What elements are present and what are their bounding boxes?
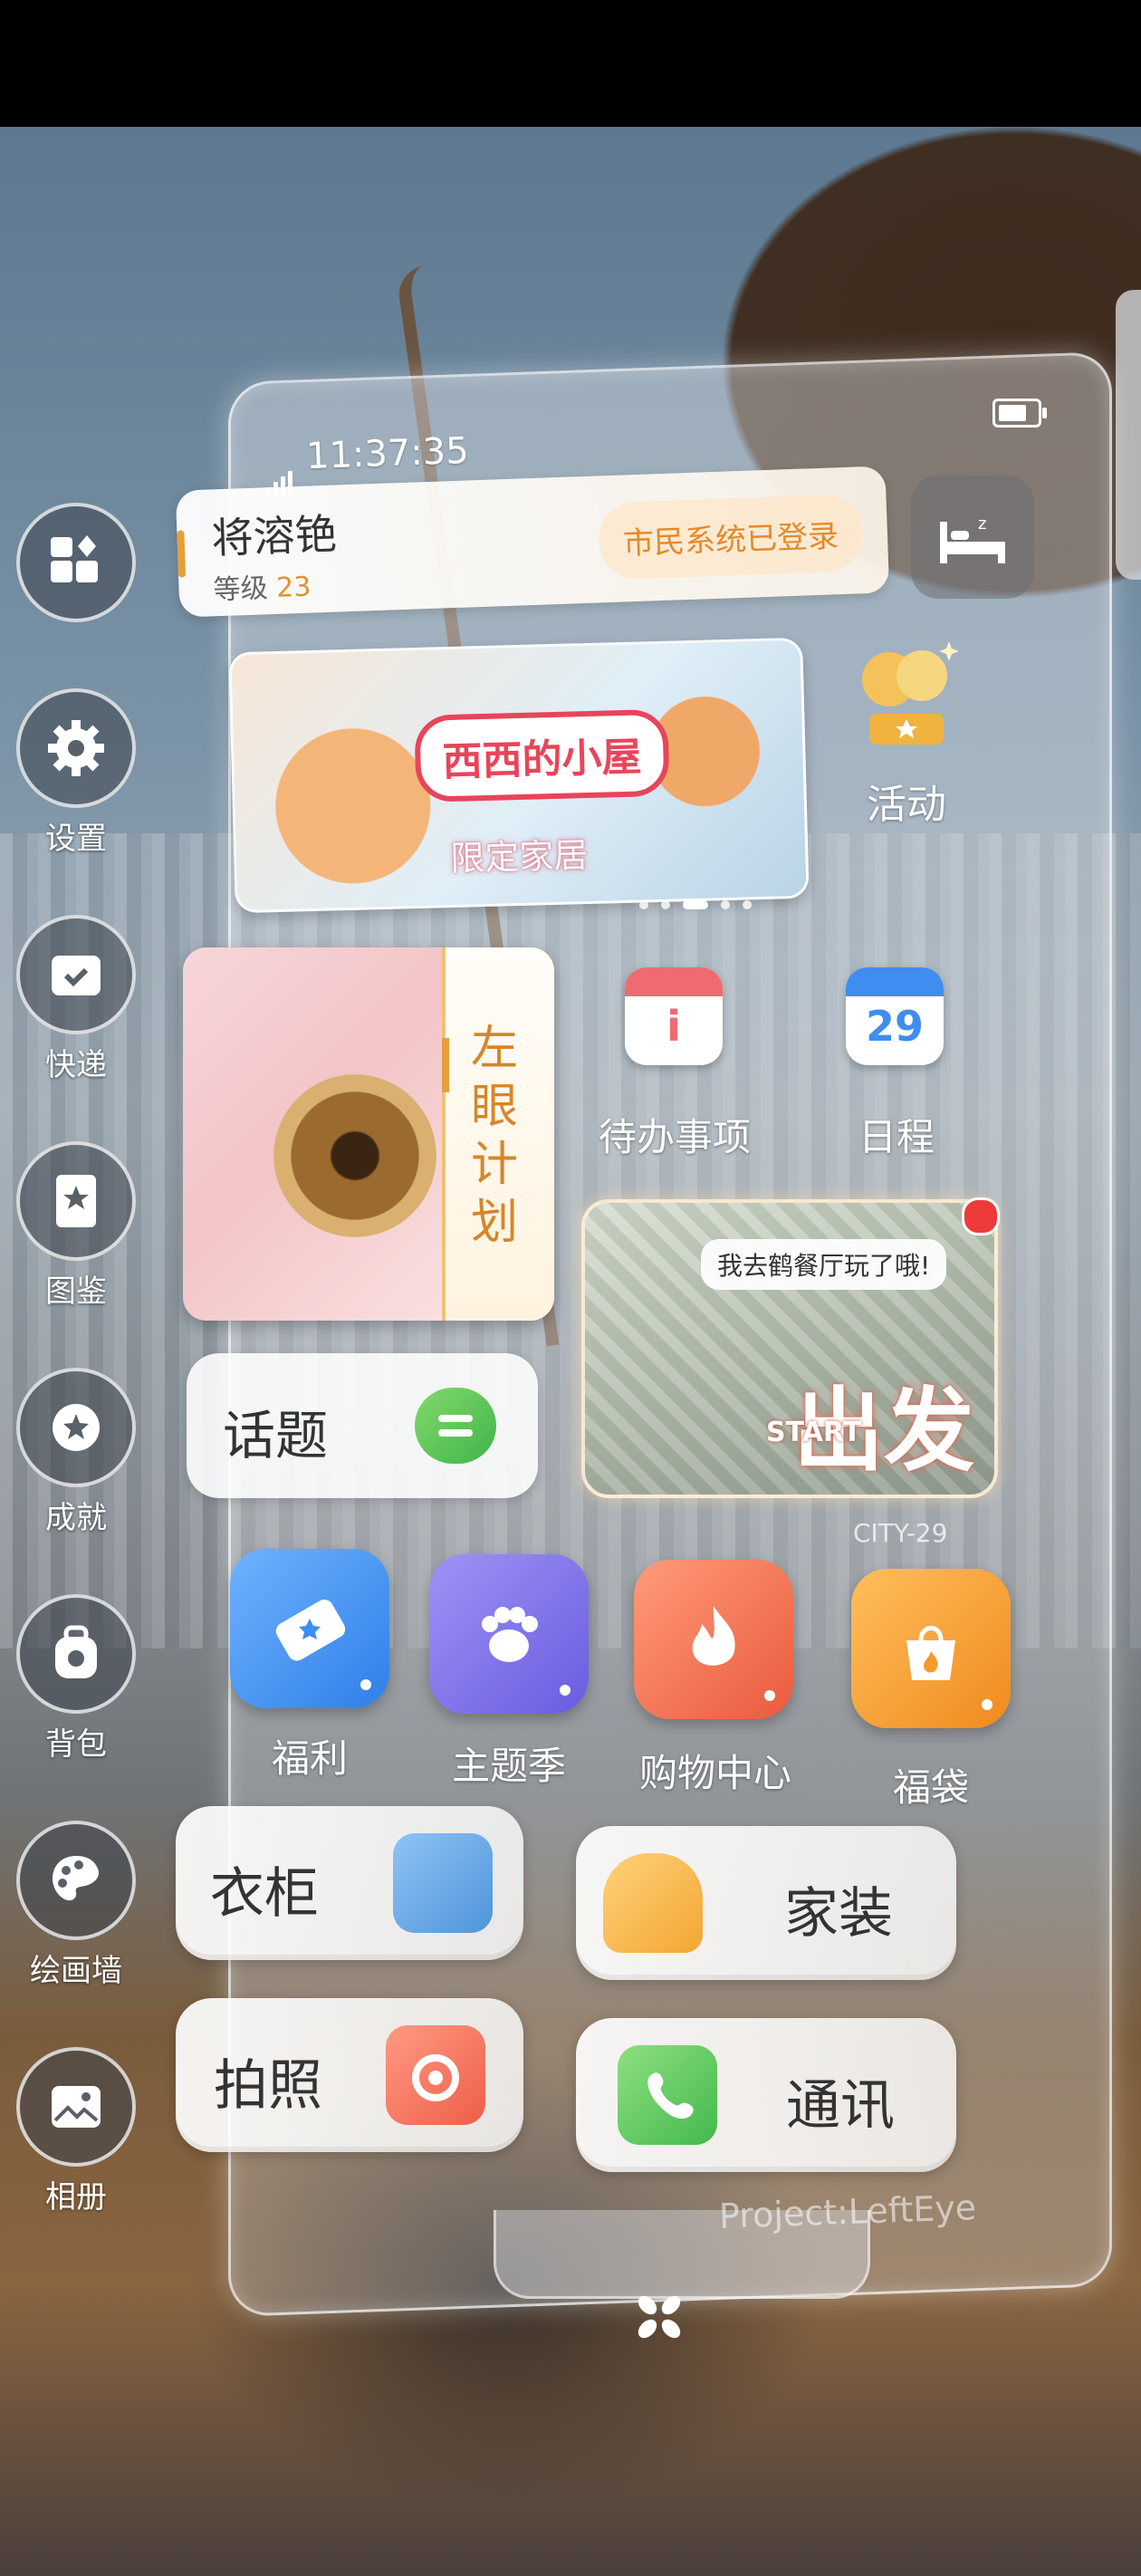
city-departure-card[interactable]: 我去鹤餐厅玩了哦! 出发 START <box>581 1199 998 1498</box>
grid-icon <box>16 503 136 622</box>
wardrobe-button[interactable]: 衣柜 <box>176 1806 523 1960</box>
city-label: CITY-29 <box>853 1518 948 1548</box>
sidebar-item-settings[interactable]: 设置 <box>9 688 143 858</box>
welfare-label[interactable]: 福利 <box>230 1728 389 1783</box>
sidebar-item-home[interactable] <box>9 503 143 622</box>
sidebar-item-drawing-wall[interactable]: 绘画墙 <box>9 1821 143 1990</box>
topic-button[interactable]: 话题 <box>187 1353 538 1498</box>
promo-banner[interactable]: 西西的小屋 限定家居 <box>228 637 810 914</box>
start-label: START <box>766 1417 862 1448</box>
medal-icon <box>16 1368 136 1487</box>
sidebar-label: 快递 <box>45 1047 107 1083</box>
notification-dot <box>962 1197 1000 1235</box>
calendar-icon[interactable]: 29 <box>846 967 944 1065</box>
sofa-icon <box>603 1853 703 1953</box>
sidebar-label: 相册 <box>45 2179 107 2216</box>
activity-button[interactable]: 活动 <box>839 634 974 830</box>
book-icon <box>16 1141 136 1261</box>
wardrobe-label: 衣柜 <box>210 1862 319 1926</box>
plan-title: 左眼计划 <box>471 1022 519 1250</box>
ticket-icon <box>275 1599 346 1661</box>
flame-icon <box>692 1606 735 1666</box>
close-button[interactable] <box>625 2283 694 2351</box>
eye-artwork <box>273 1074 436 1237</box>
sidebar-item-backpack[interactable]: 背包 <box>9 1594 143 1764</box>
photo-label: 拍照 <box>214 2054 322 2118</box>
todo-icon[interactable]: i <box>625 967 723 1065</box>
topic-label: 话题 <box>223 1405 329 1466</box>
calendar-day: 29 <box>865 1002 924 1051</box>
sidebar-item-delivery[interactable]: 快递 <box>9 915 143 1084</box>
side-handle[interactable] <box>1116 290 1141 580</box>
theme-season-label[interactable]: 主题季 <box>418 1735 599 1791</box>
bed-button[interactable]: z <box>911 476 1034 599</box>
carousel-dots[interactable] <box>639 900 752 909</box>
banner-tag: 限定家居 <box>449 835 589 879</box>
sidebar-item-achievement[interactable]: 成就 <box>9 1368 143 1537</box>
lucky-bag-label[interactable]: 福袋 <box>851 1757 1011 1812</box>
album-icon <box>16 2047 136 2167</box>
balloon-trophy-icon <box>862 641 959 745</box>
lucky-bag-app[interactable] <box>851 1569 1011 1728</box>
backpack-icon <box>16 1594 136 1714</box>
calendar-label[interactable]: 日程 <box>833 1107 960 1162</box>
clock: 11:37:35 <box>305 429 470 478</box>
todo-label[interactable]: 待办事项 <box>580 1107 770 1162</box>
package-icon <box>16 915 136 1034</box>
level-label: 等级 <box>213 572 269 607</box>
sidebar-label: 图鉴 <box>45 1274 107 1310</box>
sidebar-item-album[interactable]: 相册 <box>9 2047 143 2216</box>
sidebar-label: 背包 <box>45 1726 107 1763</box>
accent-bar <box>177 530 187 578</box>
sidebar-item-handbook[interactable]: 图鉴 <box>9 1141 143 1311</box>
home-decor-label: 家装 <box>784 1882 893 1946</box>
left-eye-plan-card[interactable]: 左眼计划 <box>183 947 554 1321</box>
activity-label: 活动 <box>867 782 946 828</box>
banner-logo: 西西的小屋 <box>414 708 670 803</box>
paw-icon <box>482 1607 538 1662</box>
camera-icon <box>386 2025 485 2125</box>
user-name: 将溶铯 <box>210 509 338 563</box>
city-message: 我去鹤餐厅玩了哦! <box>701 1239 947 1290</box>
bag-icon <box>906 1626 955 1680</box>
close-icon <box>638 2295 681 2339</box>
bed-icon: z <box>940 514 1005 563</box>
contact-button[interactable]: 通讯 <box>576 2018 956 2172</box>
user-card[interactable]: 将溶铯 等级 23 市民系统已登录 <box>175 466 890 618</box>
shopping-center-label[interactable]: 购物中心 <box>616 1743 815 1798</box>
phone-icon <box>618 2045 717 2145</box>
contact-label: 通讯 <box>786 2074 895 2138</box>
sidebar-label: 绘画墙 <box>30 1953 122 1989</box>
level-value: 23 <box>275 571 312 604</box>
svg-text:z: z <box>978 514 986 533</box>
sidebar-label: 成就 <box>45 1500 107 1536</box>
gear-icon <box>16 688 136 808</box>
shopping-center-app[interactable] <box>634 1560 793 1719</box>
photo-button[interactable]: 拍照 <box>176 1998 523 2152</box>
battery-icon <box>992 399 1047 428</box>
welfare-app[interactable] <box>230 1549 389 1708</box>
status-bar-black <box>0 0 1141 127</box>
user-level: 等级 23 <box>213 564 312 608</box>
chat-bubble-icon <box>415 1388 496 1464</box>
plan-title-strip: 左眼计划 <box>442 947 554 1321</box>
wardrobe-icon <box>393 1833 493 1933</box>
sidebar-label: 设置 <box>45 821 107 857</box>
home-decor-button[interactable]: 家装 <box>576 1826 956 1980</box>
login-status-badge: 市民系统已登录 <box>598 494 864 581</box>
palette-icon <box>16 1821 136 1940</box>
theme-season-app[interactable] <box>429 1554 589 1714</box>
